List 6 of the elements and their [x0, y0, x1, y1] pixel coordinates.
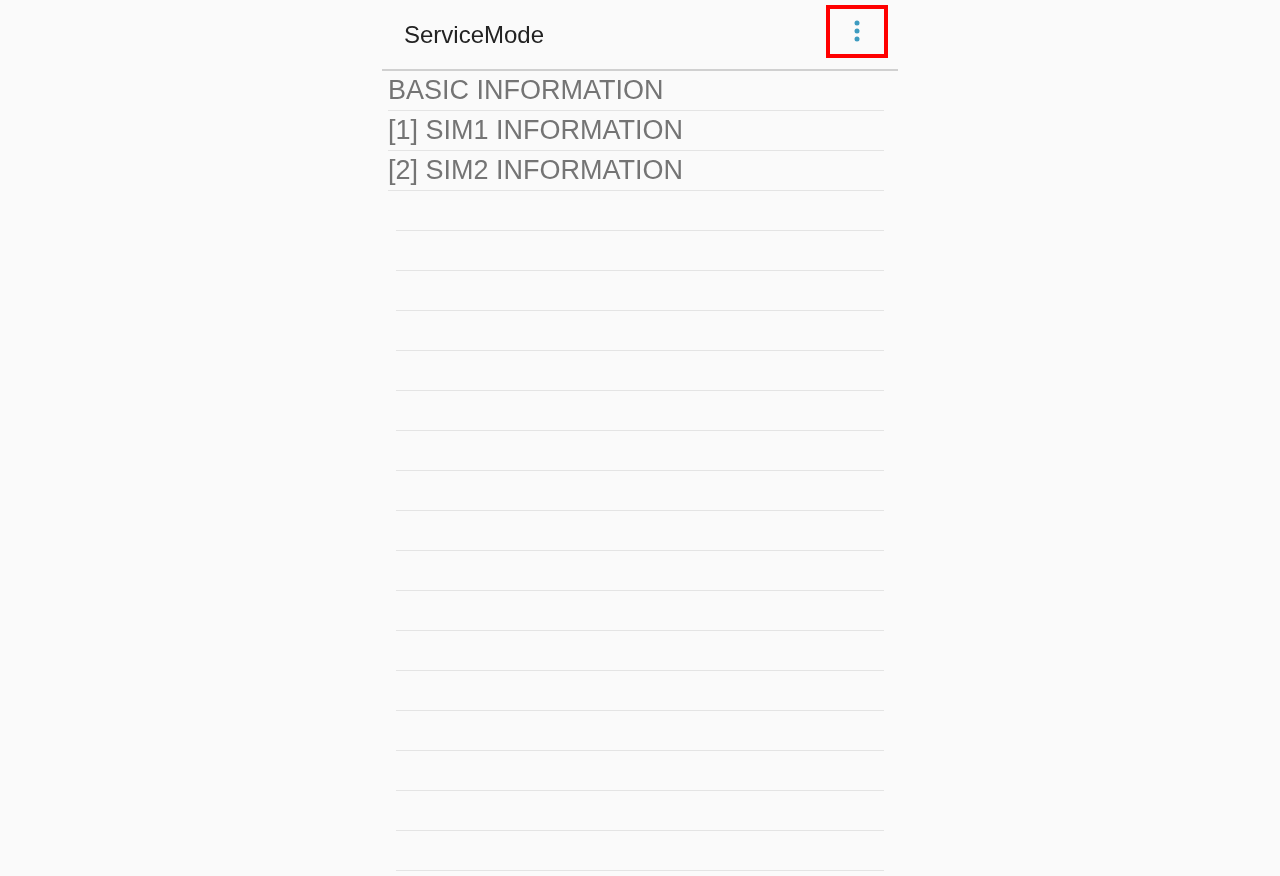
- menu-item[interactable]: BASIC INFORMATION: [388, 75, 664, 106]
- menu-item[interactable]: [1] SIM1 INFORMATION: [388, 115, 684, 146]
- app-title: ServiceMode: [404, 20, 545, 49]
- more-vertical-icon: [854, 20, 860, 42]
- more-options-button[interactable]: [826, 4, 888, 58]
- menu-item[interactable]: [2] SIM2 INFORMATION: [388, 155, 684, 186]
